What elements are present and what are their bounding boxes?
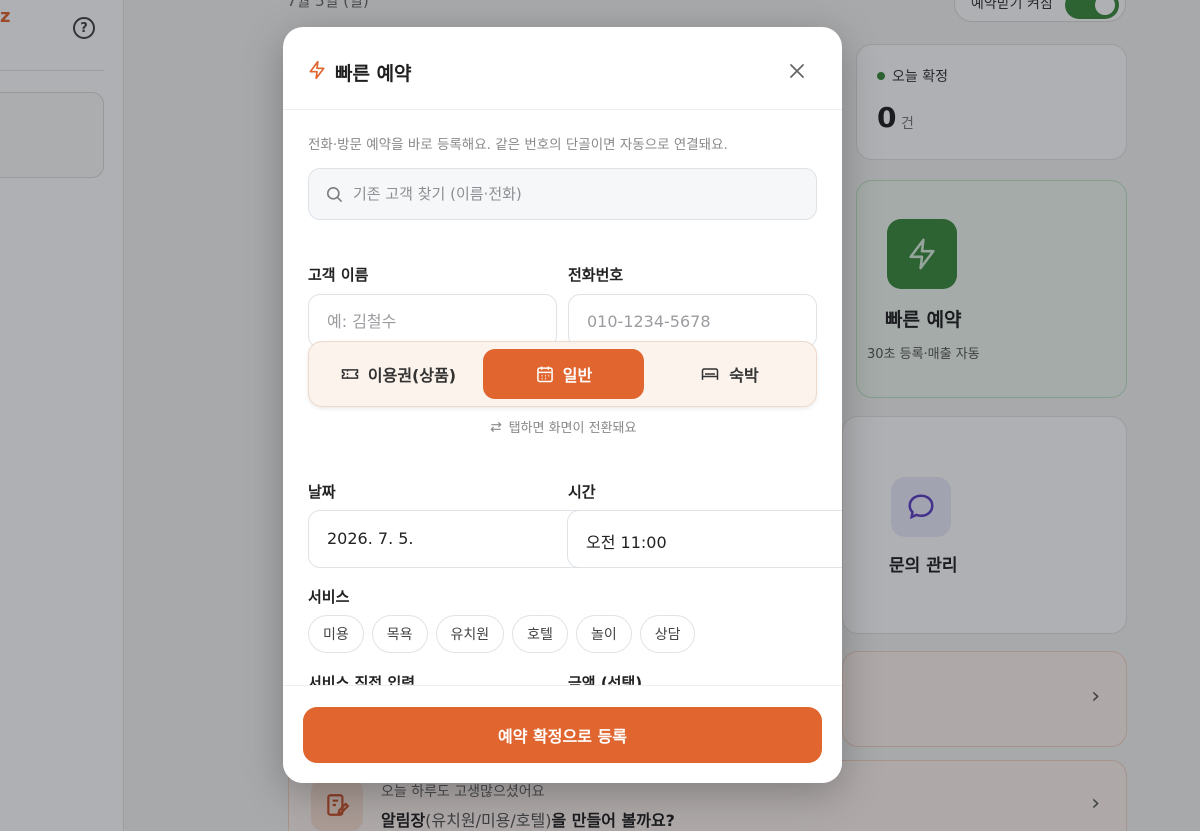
lightning-icon (307, 60, 327, 84)
mode-hint-text: 탭하면 화면이 전환돼요 (508, 421, 637, 436)
customer-search-input[interactable] (353, 169, 803, 219)
service-chip-list: 미용 목욕 유치원 호텔 놀이 상담 (308, 615, 696, 653)
customer-name-input[interactable] (308, 294, 557, 348)
service-chip-grooming[interactable]: 미용 (308, 615, 364, 653)
mode-voucher-tab[interactable]: 이용권(상품) (317, 349, 479, 399)
service-label: 서비스 (308, 588, 350, 606)
close-icon[interactable] (785, 59, 809, 83)
service-custom-label: 서비스 직접 입력 (308, 674, 416, 685)
amount-label: 금액 (선택) (568, 674, 643, 685)
phone-input[interactable] (568, 294, 817, 348)
booking-mode-selector: 이용권(상품) 일반 숙박 (308, 341, 817, 407)
mode-stay-label: 숙박 (729, 366, 759, 385)
mode-hint: 탭하면 화면이 전환돼요 (283, 417, 842, 436)
ticket-icon (341, 369, 359, 379)
service-chip-consult[interactable]: 상담 (639, 615, 696, 653)
modal-title: 빠른 예약 (335, 63, 412, 85)
modal-intro: 전화·방문 예약을 바로 등록해요. 같은 번호의 단골이면 자동으로 연결돼요… (308, 137, 728, 153)
service-chip-play[interactable]: 놀이 (575, 615, 632, 653)
quick-booking-modal: 빠른 예약 전화·방문 예약을 바로 등록해요. 같은 번호의 단골이면 자동으… (283, 27, 842, 783)
service-chip-daycare[interactable]: 유치원 (435, 615, 505, 653)
calendar-icon (536, 366, 553, 383)
date-input[interactable]: 2026. 7. 5. (308, 510, 608, 568)
time-label: 시간 (568, 483, 596, 501)
mode-general-label: 일반 (562, 366, 593, 385)
modal-body[interactable]: 전화·방문 예약을 바로 등록해요. 같은 번호의 단골이면 자동으로 연결돼요… (283, 110, 842, 685)
swap-icon (490, 421, 502, 432)
modal-footer: 예약 확정으로 등록 (283, 685, 842, 783)
mode-stay-tab[interactable]: 숙박 (648, 349, 810, 399)
modal-header: 빠른 예약 (283, 27, 842, 110)
customer-name-label: 고객 이름 (308, 266, 369, 284)
customer-search[interactable] (308, 168, 817, 220)
phone-label: 전화번호 (568, 266, 624, 284)
submit-booking-button[interactable]: 예약 확정으로 등록 (303, 707, 822, 763)
time-input[interactable]: 오전 11:00 (567, 510, 842, 568)
service-chip-bath[interactable]: 목욕 (371, 615, 428, 653)
bed-icon (702, 368, 719, 380)
date-label: 날짜 (308, 483, 336, 501)
search-icon (325, 185, 344, 208)
time-value: 오전 11:00 (586, 533, 667, 552)
mode-voucher-label: 이용권(상품) (367, 366, 457, 385)
date-value: 2026. 7. 5. (327, 529, 414, 548)
mode-general-tab[interactable]: 일반 (483, 349, 644, 399)
service-chip-hotel[interactable]: 호텔 (512, 615, 568, 653)
